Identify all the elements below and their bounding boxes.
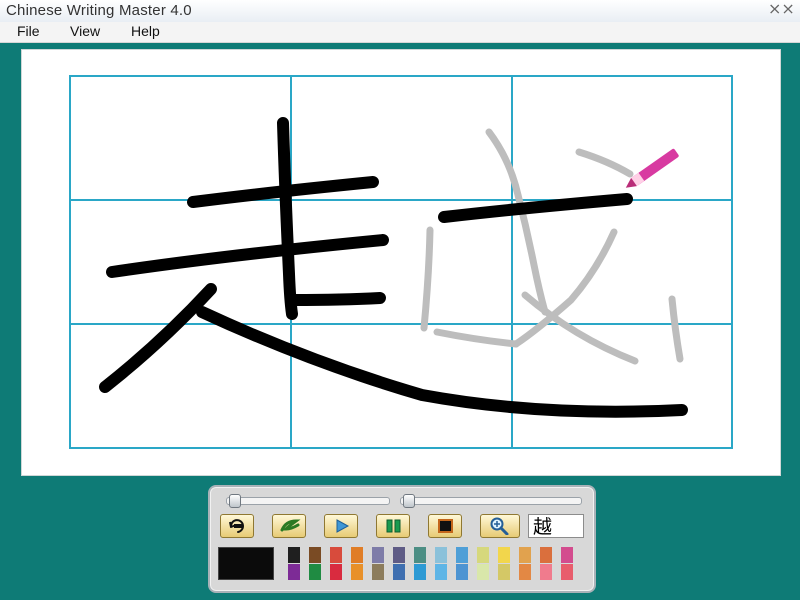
palette-swatch[interactable] xyxy=(288,547,300,563)
play-icon xyxy=(336,519,350,533)
magnifier-icon xyxy=(490,517,509,535)
writing-surface[interactable] xyxy=(22,50,780,475)
palette-swatch[interactable] xyxy=(393,547,405,563)
palette-swatch[interactable] xyxy=(498,547,510,563)
current-color-swatch[interactable] xyxy=(218,547,274,580)
palette-swatch[interactable] xyxy=(561,564,573,580)
zoom-button[interactable] xyxy=(480,514,520,538)
palette-swatch[interactable] xyxy=(561,547,573,563)
pause-icon xyxy=(386,519,401,533)
palette-swatch[interactable] xyxy=(351,564,363,580)
color-palette[interactable] xyxy=(288,547,586,581)
menu-help[interactable]: Help xyxy=(131,23,160,39)
stop-button[interactable] xyxy=(428,514,462,538)
ink-stroke-6 xyxy=(196,306,688,418)
palette-swatch[interactable] xyxy=(540,547,552,563)
palette-swatch[interactable] xyxy=(309,547,321,563)
palette-swatch[interactable] xyxy=(330,547,342,563)
close-icon[interactable]: ⨯⨯ xyxy=(768,1,795,19)
writing-canvas[interactable] xyxy=(21,49,781,476)
app-window: Chinese Writing Master 4.0 ⨯⨯ File View … xyxy=(0,0,800,600)
menu-bar: File View Help xyxy=(0,22,800,43)
palette-swatch[interactable] xyxy=(393,564,405,580)
palette-swatch[interactable] xyxy=(456,547,468,563)
palette-swatch[interactable] xyxy=(414,547,426,563)
brush-button[interactable] xyxy=(272,514,306,538)
palette-swatch[interactable] xyxy=(519,547,531,563)
palette-swatch[interactable] xyxy=(372,547,384,563)
stop-icon xyxy=(438,519,453,533)
progress-slider[interactable] xyxy=(400,494,582,508)
palette-swatch[interactable] xyxy=(351,547,363,563)
palette-swatch[interactable] xyxy=(414,564,426,580)
palette-swatch[interactable] xyxy=(435,564,447,580)
playback-toolbar: 越 xyxy=(208,485,596,593)
ghost-stroke-1 xyxy=(485,128,549,316)
palette-swatch[interactable] xyxy=(519,564,531,580)
palette-swatch[interactable] xyxy=(309,564,321,580)
ink-stroke-7 xyxy=(438,193,633,223)
ink-stroke-4 xyxy=(288,292,386,306)
menu-view[interactable]: View xyxy=(70,23,100,39)
current-character-box[interactable]: 越 xyxy=(528,514,584,538)
ghost-stroke-2 xyxy=(575,148,634,178)
window-title: Chinese Writing Master 4.0 xyxy=(6,2,192,19)
palette-swatch[interactable] xyxy=(288,564,300,580)
rewind-icon xyxy=(229,519,244,533)
title-bar[interactable]: Chinese Writing Master 4.0 ⨯⨯ xyxy=(0,0,800,23)
ink-stroke-3 xyxy=(106,234,389,278)
palette-swatch[interactable] xyxy=(435,547,447,563)
ghost-stroke-7 xyxy=(668,295,684,363)
ink-stroke-5 xyxy=(99,283,217,393)
speed-slider-thumb[interactable] xyxy=(229,494,241,508)
rewind-button[interactable] xyxy=(220,514,254,538)
pencil-icon xyxy=(625,148,679,188)
palette-swatch[interactable] xyxy=(477,547,489,563)
palette-swatch[interactable] xyxy=(372,564,384,580)
play-button[interactable] xyxy=(324,514,358,538)
ghost-stroke-3 xyxy=(420,226,434,332)
ghost-stroke-5 xyxy=(433,328,520,348)
palette-swatch[interactable] xyxy=(456,564,468,580)
progress-slider-thumb[interactable] xyxy=(403,494,415,508)
pause-button[interactable] xyxy=(376,514,410,538)
ghost-strokes xyxy=(420,128,684,365)
palette-swatch[interactable] xyxy=(477,564,489,580)
speed-slider[interactable] xyxy=(226,494,390,508)
palette-swatch[interactable] xyxy=(540,564,552,580)
menu-file[interactable]: File xyxy=(17,23,40,39)
palette-swatch[interactable] xyxy=(330,564,342,580)
brush-icon xyxy=(280,519,301,532)
palette-swatch[interactable] xyxy=(498,564,510,580)
